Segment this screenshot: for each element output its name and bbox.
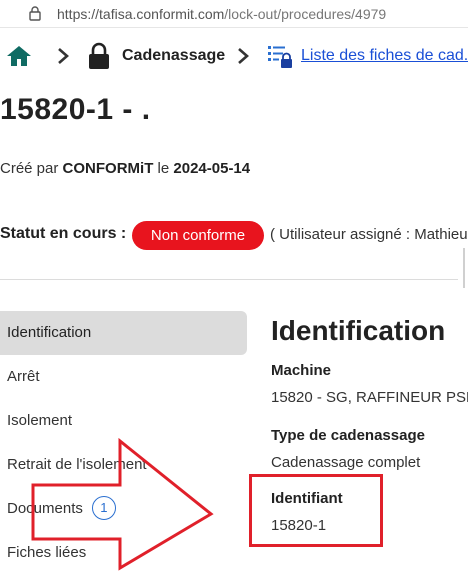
created-mid: le xyxy=(157,160,170,177)
field-label-type: Type de cadenassage xyxy=(271,427,425,444)
nav-item-label: Fiches liées xyxy=(7,544,87,561)
created-prefix: Créé par xyxy=(0,160,59,177)
nav-item-label: Isolement xyxy=(7,412,73,429)
divider xyxy=(0,279,458,280)
created-by: CONFORMiT xyxy=(62,160,154,177)
breadcrumb-cadenassage[interactable]: Cadenassage xyxy=(122,47,225,65)
address-bar[interactable]: https://tafisa.conformit.com/lock-out/pr… xyxy=(0,0,468,28)
chevron-right-icon xyxy=(238,48,249,64)
created-info: Créé par CONFORMiT le 2024-05-14 xyxy=(0,160,250,177)
nav-item-identification[interactable]: Identification xyxy=(0,311,247,355)
nav-item-arret[interactable]: Arrêt xyxy=(0,355,247,399)
nav-item-retrait[interactable]: Retrait de l'isolement xyxy=(0,443,247,487)
breadcrumb-list-link[interactable]: Liste des fiches de cad... xyxy=(301,47,468,65)
scroll-edge xyxy=(463,248,465,288)
annotation-box xyxy=(249,474,383,547)
nav-item-fiches-liees[interactable]: Fiches liées xyxy=(0,531,247,574)
lock-icon xyxy=(29,6,41,21)
field-value-type: Cadenassage complet xyxy=(271,454,421,471)
field-value-machine: 15820 - SG, RAFFINEUR PSK xyxy=(271,389,468,406)
nav-item-label: Retrait de l'isolement xyxy=(7,456,147,473)
status-label: Statut en cours : xyxy=(0,225,127,242)
nav-item-label: Arrêt xyxy=(7,368,40,385)
page-title: 15820-1 - . xyxy=(0,93,151,126)
chevron-right-icon xyxy=(58,48,69,64)
breadcrumb: Cadenassage Liste des fiches de cad... xyxy=(0,36,468,76)
documents-count-badge: 1 xyxy=(91,496,116,521)
nav-item-label: Identification xyxy=(7,324,92,341)
section-heading: Identification xyxy=(271,315,446,346)
nav-item-documents[interactable]: Documents 1 xyxy=(0,487,247,531)
home-icon[interactable] xyxy=(6,44,32,68)
status-row: Statut en cours : Non conforme ( Utilisa… xyxy=(0,221,468,251)
assigned-user: ( Utilisateur assigné : Mathieu xyxy=(270,226,468,243)
created-date: 2024-05-14 xyxy=(173,160,251,177)
list-lock-icon xyxy=(268,46,292,68)
url-host: https://tafisa.conformit.com xyxy=(57,6,225,22)
field-label-machine: Machine xyxy=(271,362,332,379)
url-text: https://tafisa.conformit.com/lock-out/pr… xyxy=(57,6,386,22)
url-path: /lock-out/procedures/4979 xyxy=(224,6,387,22)
nav-item-isolement[interactable]: Isolement xyxy=(0,399,247,443)
status-badge: Non conforme xyxy=(132,221,264,250)
nav-item-label: Documents xyxy=(7,500,83,517)
padlock-icon xyxy=(89,42,109,69)
